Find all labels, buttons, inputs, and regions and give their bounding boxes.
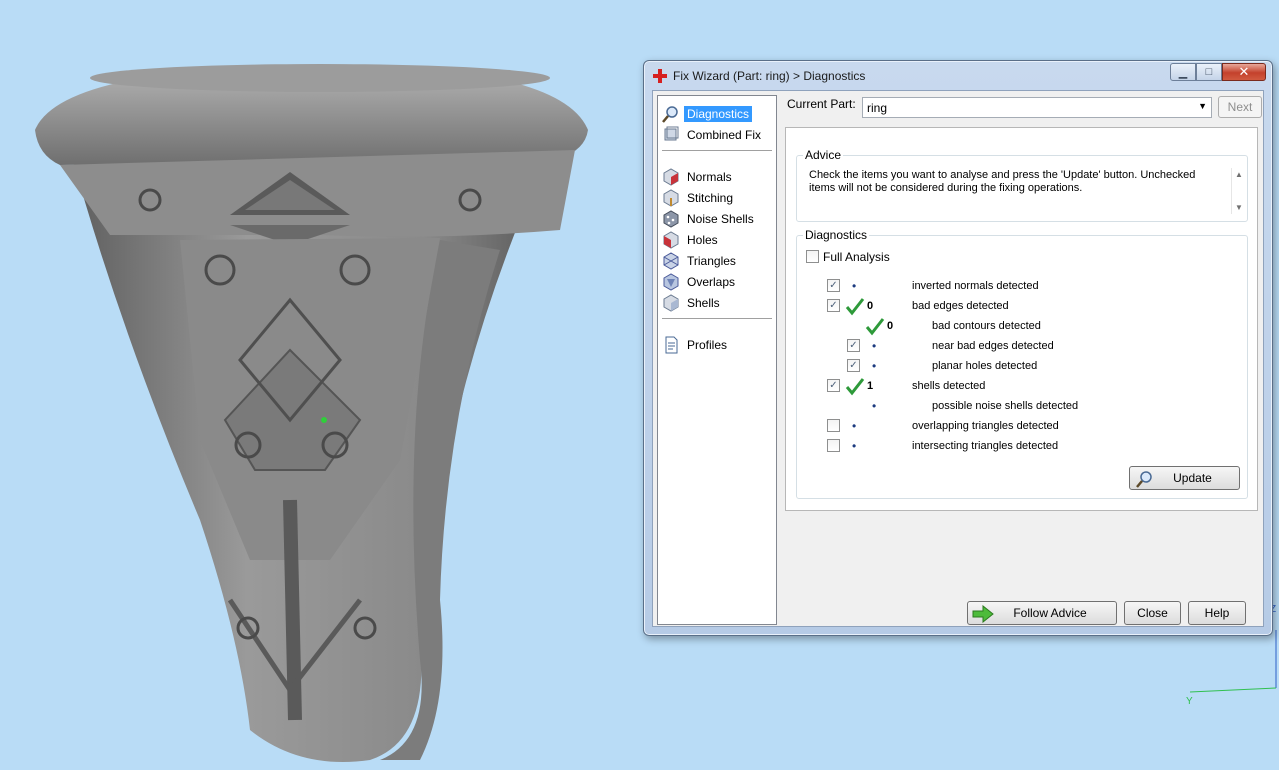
fix-wizard-window: Fix Wizard (Part: ring) > Diagnostics ▁ … [643,60,1273,636]
bad-contours-count: 0 [887,320,894,332]
shells-count: 1 [867,380,874,392]
nav-item-holes[interactable]: Holes [662,230,721,250]
combined-fix-icon [664,126,679,141]
chevron-down-icon: ▼ [1198,101,1207,111]
nav-item-overlaps[interactable]: Overlaps [662,272,738,292]
document-icon [665,336,678,354]
status-dot: • [872,399,877,413]
viewport-3d[interactable] [0,0,640,770]
bad-edges-count: 0 [867,300,874,312]
near-bad-edges-checkbox[interactable]: ✓ [847,339,860,352]
update-button[interactable]: Update [1129,466,1240,490]
overlapping-triangles-label: overlapping triangles detected [912,420,1059,432]
advice-scrollbar[interactable]: ▲ ▼ [1231,168,1245,214]
nav-item-profiles[interactable]: Profiles [662,335,730,355]
bad-edges-checkbox[interactable]: ✓ [827,299,840,312]
nav-item-diagnostics[interactable]: Diagnostics [662,104,753,124]
red-cross-icon [653,69,667,83]
nav-item-combined-fix[interactable]: Combined Fix [662,125,764,145]
magnifier-icon [1136,471,1152,488]
full-analysis-label: Full Analysis [823,250,890,264]
current-part-select[interactable]: ring ▼ [862,97,1212,118]
nav-item-label: Triangles [687,254,736,268]
status-dot: • [852,279,857,293]
normals-cube-icon [663,168,679,186]
wizard-nav: Diagnostics Combined Fix Normals Stitchi… [657,95,777,625]
bad-edges-label: bad edges detected [912,300,1009,312]
inverted-normals-checkbox[interactable]: ✓ [827,279,840,292]
advice-title: Advice [803,148,844,162]
diagnostics-group: Diagnostics Full Analysis ✓ • inverted n… [796,228,1248,499]
triangles-icon [663,252,679,270]
current-part-value: ring [867,101,888,115]
nav-item-label: Diagnostics [684,106,753,122]
maximize-button[interactable]: □ [1196,63,1222,81]
ring-model [35,64,588,762]
nav-item-label: Overlaps [687,275,736,289]
help-button[interactable]: Help [1188,601,1246,625]
holes-cube-icon [663,231,679,249]
noise-shells-label: possible noise shells detected [932,400,1079,412]
overlaps-icon [663,273,679,291]
shells-label: shells detected [912,380,986,392]
title-bar[interactable]: Fix Wizard (Part: ring) > Diagnostics ▁ … [644,61,1272,89]
status-dot: • [852,419,857,433]
status-dot: • [872,339,877,353]
follow-advice-label: Follow Advice [1013,606,1087,620]
nav-item-stitching[interactable]: Stitching [662,188,736,208]
nav-divider [662,318,772,319]
stitching-cube-icon [663,189,679,207]
bad-contours-label: bad contours detected [932,320,1041,332]
window-title: Fix Wizard (Part: ring) > Diagnostics [673,69,866,83]
nav-item-label: Stitching [687,191,734,205]
nav-divider [662,150,772,151]
nav-item-triangles[interactable]: Triangles [662,251,739,271]
overlapping-triangles-checkbox[interactable] [827,419,840,432]
planar-holes-checkbox[interactable]: ✓ [847,359,860,372]
minimize-button[interactable]: ▁ [1170,63,1196,81]
status-dot: • [872,359,877,373]
planar-holes-label: planar holes detected [932,360,1038,372]
nav-item-normals[interactable]: Normals [662,167,735,187]
diagnostics-title: Diagnostics [803,228,870,242]
nav-item-label: Profiles [687,338,728,352]
full-analysis-checkbox[interactable] [806,250,819,263]
inverted-normals-label: inverted normals detected [912,280,1039,292]
intersecting-triangles-checkbox[interactable] [827,439,840,452]
next-button[interactable]: Next [1218,96,1262,118]
green-check-icon [865,318,885,336]
advice-group: Advice Check the items you want to analy… [796,148,1248,222]
nav-item-shells[interactable]: Shells [662,293,723,313]
caption-buttons: ▁ □ ✕ [1170,63,1266,81]
nav-item-label: Noise Shells [687,212,754,226]
dialog-client: Diagnostics Combined Fix Normals Stitchi… [652,90,1264,627]
nav-item-label: Shells [687,296,720,310]
follow-advice-button[interactable]: Follow Advice [967,601,1117,625]
diagnostics-panel: Advice Check the items you want to analy… [785,127,1258,511]
green-check-icon [845,298,865,316]
status-dot: • [852,439,857,453]
scroll-up-icon[interactable]: ▲ [1235,170,1243,179]
nav-item-label: Holes [687,233,718,247]
near-bad-edges-label: near bad edges detected [932,340,1054,352]
magnifier-icon [662,106,678,123]
scroll-down-icon[interactable]: ▼ [1235,203,1243,212]
nav-item-noise-shells[interactable]: Noise Shells [662,209,757,229]
close-window-button[interactable]: ✕ [1222,63,1266,81]
nav-item-label: Combined Fix [687,128,762,142]
shells-checkbox[interactable]: ✓ [827,379,840,392]
noise-shells-icon [663,210,679,228]
arrow-right-icon [972,605,994,623]
intersecting-triangles-label: intersecting triangles detected [912,440,1059,452]
shells-cube-icon [663,294,679,312]
update-button-label: Update [1173,471,1212,485]
advice-text: Check the items you want to analyse and … [809,169,1196,194]
current-part-label: Current Part: [787,97,856,111]
axis-y-label: Y [1186,696,1193,707]
close-button[interactable]: Close [1124,601,1181,625]
nav-item-label: Normals [687,170,732,184]
green-check-icon [845,378,865,396]
